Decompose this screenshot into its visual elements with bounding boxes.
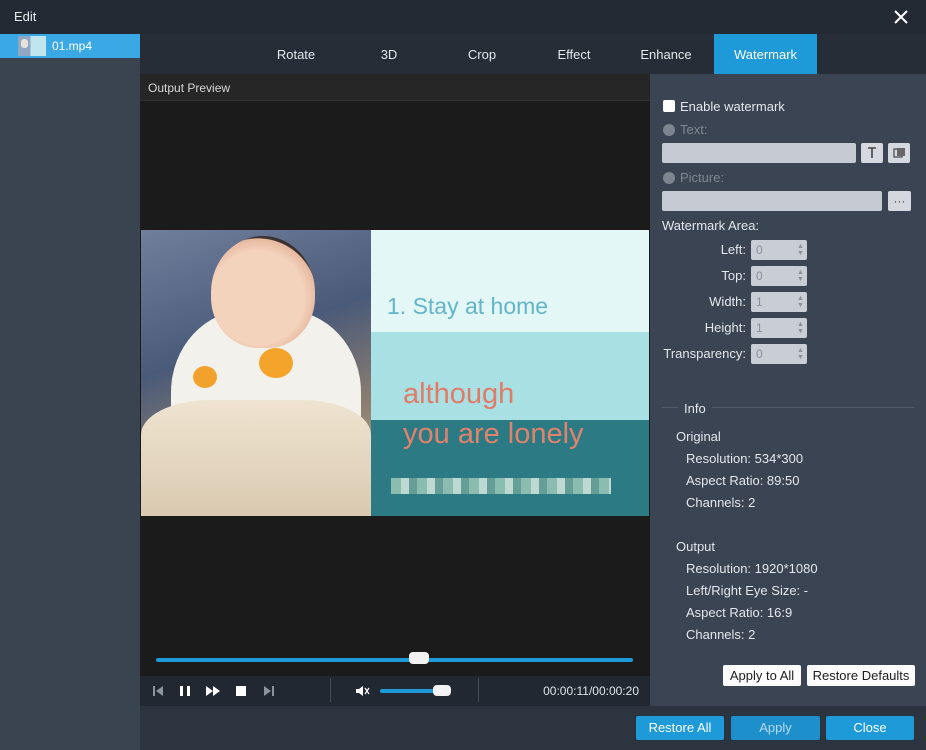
picture-radio[interactable]: [663, 172, 675, 184]
skip-previous-icon[interactable]: [150, 683, 166, 699]
tab-rotate[interactable]: Rotate: [248, 34, 344, 74]
output-aspect-ratio: Aspect Ratio: 16:9: [686, 605, 793, 620]
tab-enhance[interactable]: Enhance: [618, 34, 714, 74]
enable-watermark-label: Enable watermark: [680, 99, 785, 114]
spinner-arrows-icon[interactable]: ▲ ▼: [797, 243, 804, 257]
left-value: 0: [756, 243, 763, 257]
video-frame: 1. Stay at home although you are lonely: [141, 230, 649, 516]
info-title: Info: [678, 401, 712, 416]
player-controls: 00:00:11/00:00:20: [140, 676, 650, 706]
preview-label: Output Preview: [148, 81, 231, 95]
tab-effect[interactable]: Effect: [530, 34, 618, 74]
height-value: 1: [756, 321, 763, 335]
original-aspect-ratio: Aspect Ratio: 89:50: [686, 473, 800, 488]
close-icon[interactable]: [890, 6, 912, 28]
video-caption-3: you are lonely: [403, 418, 584, 450]
edit-tabs: Rotate 3D Crop Effect Enhance Watermark: [140, 34, 926, 74]
time-display: 00:00:11/00:00:20: [543, 684, 639, 698]
browse-picture-button[interactable]: ···: [888, 191, 911, 211]
original-resolution: Resolution: 534*300: [686, 451, 804, 466]
transparency-value: 0: [756, 347, 763, 361]
text-radio[interactable]: [663, 124, 675, 136]
divider: [478, 678, 479, 702]
restore-all-button[interactable]: Restore All: [636, 716, 724, 740]
blanket: [141, 400, 371, 516]
top-label: Top:: [721, 268, 746, 283]
left-spinbox[interactable]: 0 ▲ ▼: [751, 240, 807, 260]
original-channels: Channels: 2: [686, 495, 756, 510]
height-label: Height:: [704, 320, 746, 335]
top-value: 0: [756, 269, 763, 283]
top-spinbox[interactable]: 0 ▲ ▼: [751, 266, 807, 286]
width-value: 1: [756, 295, 763, 309]
volume-handle[interactable]: [433, 685, 451, 696]
enable-watermark-checkbox[interactable]: [663, 100, 675, 112]
watermark-area-label: Watermark Area:: [662, 218, 760, 233]
seek-bar[interactable]: [156, 658, 633, 662]
width-label: Width:: [709, 294, 746, 309]
original-label: Original: [676, 429, 721, 444]
spinner-arrows-icon[interactable]: ▲ ▼: [797, 295, 804, 309]
transparency-label: Transparency:: [663, 346, 746, 361]
fast-forward-icon[interactable]: [205, 683, 221, 699]
preview-header: Output Preview: [140, 74, 650, 101]
restore-defaults-button[interactable]: Restore Defaults: [807, 665, 915, 686]
spinner-arrows-icon[interactable]: ▲ ▼: [797, 269, 804, 283]
file-list: 01.mp4: [0, 34, 140, 750]
volume-icon[interactable]: [354, 683, 370, 699]
stop-icon[interactable]: [233, 683, 249, 699]
video-image: [141, 230, 371, 516]
decor-dot: [193, 366, 217, 388]
watermark-settings: Enable watermark Text: Picture: ··· Wate…: [650, 74, 926, 706]
bottom-bar: Restore All Apply Close: [140, 706, 926, 750]
pixelated-text: [391, 478, 611, 494]
transparency-spinbox[interactable]: 0 ▲ ▼: [751, 344, 807, 364]
text-input[interactable]: [662, 143, 856, 163]
video-caption-1: 1. Stay at home: [387, 293, 549, 319]
apply-to-all-button[interactable]: Apply to All: [723, 665, 801, 686]
file-name: 01.mp4: [52, 39, 93, 53]
text-style-icon[interactable]: [888, 143, 910, 163]
file-item[interactable]: 01.mp4: [0, 34, 140, 58]
decor-dot: [259, 348, 293, 378]
text-label: Text:: [680, 122, 708, 137]
output-label: Output: [676, 539, 716, 554]
seek-handle[interactable]: [409, 652, 429, 664]
pause-icon[interactable]: [177, 683, 193, 699]
file-thumbnail: [18, 36, 46, 56]
video-caption-2: although: [403, 378, 515, 410]
output-preview: Output Preview 1. Stay at home although …: [140, 74, 650, 676]
width-spinbox[interactable]: 1 ▲ ▼: [751, 292, 807, 312]
divider: [330, 678, 331, 702]
close-button[interactable]: Close: [826, 716, 914, 740]
spinner-arrows-icon[interactable]: ▲ ▼: [797, 321, 804, 335]
tab-watermark[interactable]: Watermark: [714, 34, 817, 74]
baby-head: [211, 236, 315, 348]
left-label: Left:: [720, 242, 746, 257]
picture-input[interactable]: [662, 191, 882, 211]
tab-3d[interactable]: 3D: [344, 34, 434, 74]
text-format-icon[interactable]: [861, 143, 883, 163]
output-resolution: Resolution: 1920*1080: [686, 561, 818, 576]
apply-button[interactable]: Apply: [731, 716, 820, 740]
output-channels: Channels: 2: [686, 627, 756, 642]
height-spinbox[interactable]: 1 ▲ ▼: [751, 318, 807, 338]
video-text-panel: 1. Stay at home although you are lonely: [371, 230, 649, 516]
spinner-arrows-icon[interactable]: ▲ ▼: [797, 347, 804, 361]
skip-next-icon[interactable]: [261, 683, 277, 699]
title-bar: Edit: [0, 0, 926, 34]
picture-label: Picture:: [680, 170, 725, 185]
window-title: Edit: [14, 9, 37, 24]
output-eye-size: Left/Right Eye Size: -: [686, 583, 809, 598]
tab-crop[interactable]: Crop: [434, 34, 530, 74]
